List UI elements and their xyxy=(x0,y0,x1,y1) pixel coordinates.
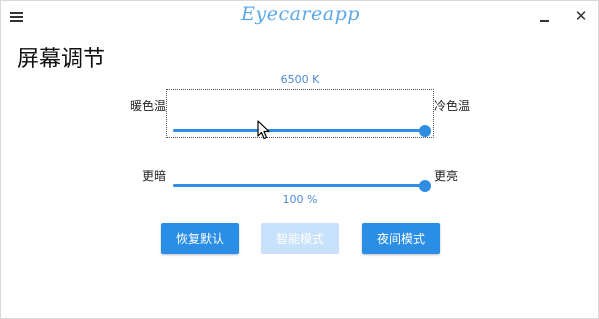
page-title: 屏幕调节 xyxy=(17,47,106,72)
night-mode-button[interactable]: 夜间模式 xyxy=(362,223,440,254)
slider-fill xyxy=(173,184,425,187)
slider-fill xyxy=(173,129,425,132)
app-window: Eyecareapp ✕ 屏幕调节 6500 K 暖色温 冷色温 更暗 更亮 1… xyxy=(0,0,599,319)
app-logo: Eyecareapp xyxy=(241,3,360,25)
brightness-value: 100 % xyxy=(282,193,318,206)
warm-label: 暖色温 xyxy=(130,99,167,113)
close-icon[interactable]: ✕ xyxy=(573,8,589,24)
minimize-icon[interactable] xyxy=(538,10,552,24)
brightness-slider[interactable] xyxy=(173,180,431,192)
cool-label: 冷色温 xyxy=(434,99,471,113)
smart-mode-button[interactable]: 智能模式 xyxy=(261,223,339,254)
color-temperature-value: 6500 K xyxy=(280,73,320,86)
reset-default-button[interactable]: 恢复默认 xyxy=(161,223,239,254)
darker-label: 更暗 xyxy=(142,169,167,183)
brighter-label: 更亮 xyxy=(434,169,459,183)
color-temperature-slider[interactable] xyxy=(173,125,431,137)
slider-thumb[interactable] xyxy=(419,180,431,192)
slider-thumb[interactable] xyxy=(419,125,431,137)
